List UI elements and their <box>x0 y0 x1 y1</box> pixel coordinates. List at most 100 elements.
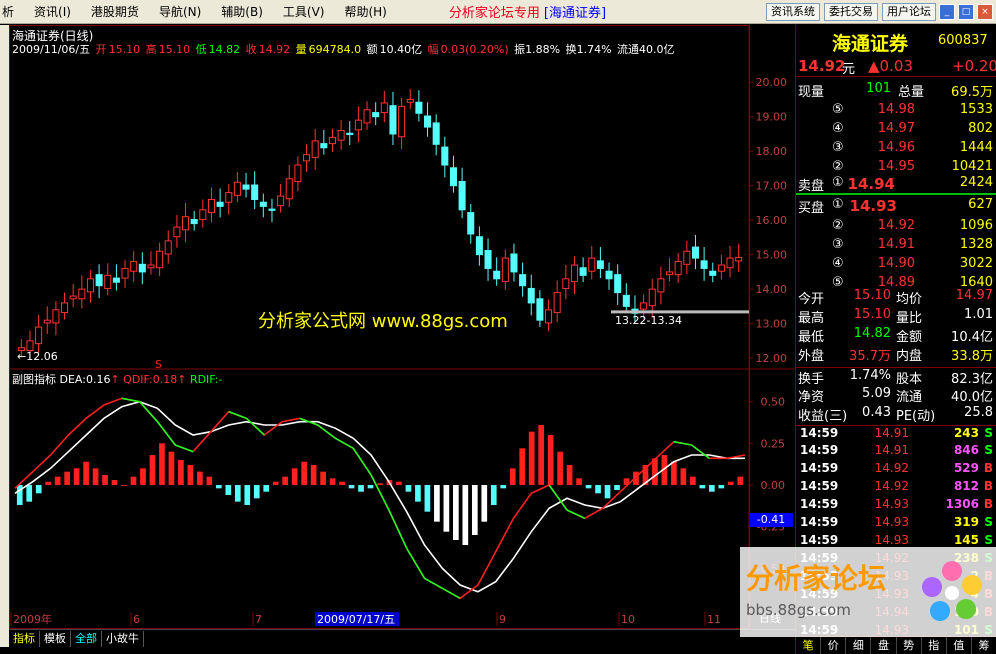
macd-bar[interactable] <box>73 468 80 485</box>
candle-body[interactable] <box>415 101 423 114</box>
tab-all[interactable]: 全部 <box>71 630 102 647</box>
macd-bar[interactable] <box>64 471 70 485</box>
forum-button[interactable]: 用户论坛 <box>882 2 936 21</box>
candle-body[interactable] <box>164 240 172 255</box>
candle-body[interactable] <box>207 198 215 214</box>
macd-bar[interactable] <box>690 476 696 485</box>
candle-body[interactable] <box>484 250 492 269</box>
candle-body[interactable] <box>406 98 414 103</box>
candle-body[interactable] <box>449 167 457 187</box>
candle-body[interactable] <box>553 292 561 314</box>
menu-item-assist[interactable]: 辅助(B) <box>211 0 273 24</box>
candle-body[interactable] <box>337 130 345 141</box>
macd-bar[interactable] <box>130 476 137 485</box>
candle-body[interactable] <box>43 319 51 324</box>
candle-body[interactable] <box>519 274 527 287</box>
candle-body[interactable] <box>726 257 734 269</box>
tick-row[interactable]: 14:59 14.91 846 S <box>796 443 996 460</box>
panel-tab[interactable]: 势 <box>897 637 922 654</box>
bid-row[interactable]: ③ 14.91 1328 <box>796 237 996 255</box>
candle-body[interactable] <box>233 181 241 196</box>
candle-body[interactable] <box>173 226 181 238</box>
macd-bar[interactable] <box>301 461 307 485</box>
panel-tab[interactable]: 细 <box>846 637 872 654</box>
bid-row[interactable]: ② 14.92 1096 <box>796 218 996 236</box>
candle-body[interactable] <box>303 154 311 162</box>
candle-body[interactable] <box>251 184 259 200</box>
candle-body[interactable] <box>640 302 648 310</box>
macd-bar[interactable] <box>462 485 469 545</box>
minimize-icon[interactable]: _ <box>939 3 955 20</box>
macd-bar[interactable] <box>490 485 497 505</box>
macd-bar[interactable] <box>424 485 431 512</box>
macd-bar[interactable] <box>206 476 213 485</box>
candle-body[interactable] <box>285 178 293 200</box>
candle-body[interactable] <box>622 294 630 307</box>
candle-body[interactable] <box>69 295 77 300</box>
tab-template[interactable]: 模板 <box>40 630 71 647</box>
macd-bar[interactable] <box>215 485 222 489</box>
ask-row[interactable]: ④ 14.97 802 <box>796 121 996 139</box>
macd-bar[interactable] <box>92 468 99 485</box>
macd-bar[interactable] <box>45 481 52 485</box>
macd-bar[interactable] <box>282 476 289 485</box>
candle-body[interactable] <box>527 287 535 304</box>
tick-row[interactable]: 14:59 14.92 529 B <box>796 461 996 478</box>
macd-bar[interactable] <box>159 443 165 485</box>
candle-body[interactable] <box>510 253 518 273</box>
macd-bar[interactable] <box>471 485 478 535</box>
trade-button[interactable]: 委托交易 <box>824 2 878 21</box>
macd-bar[interactable] <box>405 485 412 492</box>
candle-body[interactable] <box>588 257 596 272</box>
candle-body[interactable] <box>277 195 285 207</box>
menu-item-analysis[interactable]: 析 <box>0 0 24 24</box>
candle-body[interactable] <box>501 257 509 283</box>
candle-body[interactable] <box>320 143 328 149</box>
macd-bar[interactable] <box>54 476 61 485</box>
candle-body[interactable] <box>199 209 207 220</box>
bid-row[interactable]: ④ 14.90 3022 <box>796 256 996 274</box>
candle-body[interactable] <box>674 261 682 276</box>
macd-bar[interactable] <box>652 458 658 485</box>
macd-bar[interactable] <box>26 485 33 502</box>
macd-bar[interactable] <box>718 485 725 489</box>
bid1-row[interactable]: 买盘 ① 14.93 627 <box>796 197 996 217</box>
candle-body[interactable] <box>182 216 190 231</box>
menu-item-hk-futures[interactable]: 港股期货 <box>81 0 149 24</box>
candle-body[interactable] <box>536 298 544 321</box>
macd-bar[interactable] <box>329 478 336 485</box>
macd-bar[interactable] <box>178 460 184 485</box>
macd-bar[interactable] <box>102 475 108 485</box>
candle-body[interactable] <box>424 115 432 128</box>
candle-body[interactable] <box>570 264 578 283</box>
macd-bar[interactable] <box>671 461 677 485</box>
candle-body[interactable] <box>78 288 86 300</box>
macd-bar[interactable] <box>111 480 118 485</box>
macd-bar[interactable] <box>396 481 402 485</box>
restore-icon[interactable]: □ <box>958 3 974 20</box>
panel-tab[interactable]: 值 <box>947 637 972 654</box>
candle-body[interactable] <box>398 105 406 138</box>
candle-body[interactable] <box>389 105 397 135</box>
macd-bar[interactable] <box>585 485 592 489</box>
macd-bar[interactable] <box>566 465 573 485</box>
ask1-row[interactable]: 卖盘 ① 14.94 2424 <box>796 175 996 195</box>
candle-body[interactable] <box>545 309 553 324</box>
candle-body[interactable] <box>156 250 164 269</box>
panel-tab[interactable]: 筹 <box>972 637 996 654</box>
close-icon[interactable]: × <box>977 3 993 20</box>
macd-bar[interactable] <box>225 485 232 495</box>
macd-bar[interactable] <box>434 485 440 522</box>
candle-body[interactable] <box>717 264 725 272</box>
candle-body[interactable] <box>346 132 354 135</box>
panel-tab[interactable]: 价 <box>821 637 847 654</box>
macd-bar[interactable] <box>557 451 563 485</box>
menu-item-info[interactable]: 资讯(I) <box>24 0 81 24</box>
candle-body[interactable] <box>112 277 120 283</box>
menu-item-navigate[interactable]: 导航(N) <box>149 0 211 24</box>
macd-bar[interactable] <box>528 431 535 485</box>
tick-row[interactable]: 14:59 14.91 243 S <box>796 425 996 442</box>
macd-bar[interactable] <box>83 461 89 485</box>
macd-bar[interactable] <box>604 485 611 499</box>
candle-body[interactable] <box>268 208 276 211</box>
